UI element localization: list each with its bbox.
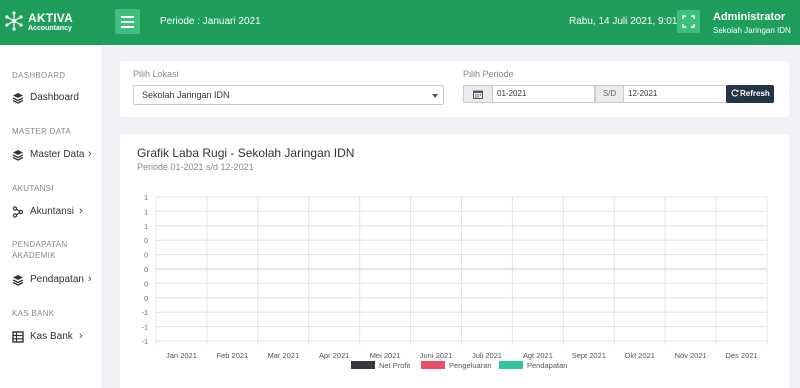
brand-name: AKTIVA xyxy=(28,11,73,25)
chevron-right-icon: › xyxy=(79,330,83,342)
chart-card: Grafik Laba Rugi - Sekolah Jaringan IDN … xyxy=(120,134,789,388)
sidebar-section-pendapatan-akademik: PENDAPATAN AKADEMIK xyxy=(12,240,68,260)
lokasi-select[interactable]: Sekolah Jaringan IDN xyxy=(133,85,444,105)
hamburger-icon xyxy=(121,16,134,18)
sidebar-item-akuntansi[interactable]: Akuntansi › xyxy=(12,204,96,220)
x-tick-label: Apr 2021 xyxy=(319,351,349,360)
y-tick-label: 1 xyxy=(144,224,148,231)
user-name[interactable]: Administrator xyxy=(713,11,785,23)
sidebar-item-label: Pendapatan xyxy=(30,274,84,285)
sidebar-item-master-data[interactable]: Master Data › xyxy=(12,147,96,163)
x-tick-label: Agt 2021 xyxy=(523,351,553,360)
legend-label: Net Profit xyxy=(379,361,411,370)
calendar-icon xyxy=(473,90,483,99)
legend-label: Pengeluaran xyxy=(449,361,492,370)
refresh-button[interactable]: Refresh xyxy=(726,85,774,103)
x-tick-label: Jan 2021 xyxy=(166,351,197,360)
legend-label: Pendapatan xyxy=(527,361,567,370)
sidebar-section-dashboard: DASHBOARD xyxy=(12,71,66,80)
y-tick-label: -1 xyxy=(142,310,148,317)
y-tick-label: -1 xyxy=(142,339,148,346)
x-tick-label: Mei 2021 xyxy=(370,351,401,360)
sidebar-item-label: Akuntansi xyxy=(30,206,74,217)
layers-icon xyxy=(12,150,24,161)
y-tick-label: 0 xyxy=(144,238,148,245)
hamburger-line xyxy=(121,21,134,23)
sidebar-item-label: Master Data xyxy=(30,149,85,160)
chevron-right-icon: › xyxy=(88,148,92,160)
logo-icon xyxy=(5,11,23,31)
period-end-input[interactable]: 12-2021 xyxy=(623,85,727,103)
sidebar-item-pendapatan[interactable]: Pendapatan › xyxy=(12,272,96,288)
x-tick-label: Juni 2021 xyxy=(420,351,453,360)
y-tick-label: 0 xyxy=(144,296,148,303)
refresh-label: Refresh xyxy=(740,89,770,98)
network-icon xyxy=(12,206,24,218)
y-tick-label: -1 xyxy=(142,325,148,332)
fullscreen-button[interactable] xyxy=(677,10,700,33)
x-tick-label: Sept 2021 xyxy=(572,351,606,360)
caret-down-icon xyxy=(432,94,438,98)
sidebar-section-akutansi: AKUTANSI xyxy=(12,184,54,193)
x-tick-label: Mar 2021 xyxy=(267,351,299,360)
hamburger-line xyxy=(121,26,134,28)
refresh-icon xyxy=(731,89,739,97)
sidebar-item-label: Dashboard xyxy=(30,92,79,103)
layers-icon xyxy=(12,275,24,286)
brand-subtitle: Accountancy xyxy=(28,25,72,32)
lokasi-label: Pilih Lokasi xyxy=(133,69,179,79)
menu-toggle-button[interactable] xyxy=(115,9,140,34)
x-tick-label: Des 2021 xyxy=(725,351,757,360)
sidebar-item-kas-bank[interactable]: Kas Bank › xyxy=(12,329,96,345)
laba-rugi-chart: 1 1 1 0 0 0 0 0 -1 -1 -1 Jan 2021 Feb 2021 Mar 2021 Ap… xyxy=(142,195,768,370)
current-datetime: Rabu, 14 Juli 2021, 9:01:44 xyxy=(569,16,692,27)
y-tick-label: 1 xyxy=(144,195,148,202)
fullscreen-icon xyxy=(682,15,695,28)
legend-swatch xyxy=(421,361,445,369)
filter-card: Pilih Lokasi Sekolah Jaringan IDN Pilih … xyxy=(120,61,789,117)
sidebar-item-dashboard[interactable]: Dashboard xyxy=(12,90,96,106)
legend-swatch xyxy=(351,361,375,369)
sidebar-section-master-data: MASTER DATA xyxy=(12,127,72,136)
sd-addon: S/D xyxy=(595,85,624,103)
y-tick-label: 1 xyxy=(144,209,148,216)
y-tick-label: 0 xyxy=(144,281,148,288)
y-tick-label: 0 xyxy=(144,253,148,260)
user-school: Sekolah Jaringan IDN xyxy=(713,26,791,35)
top-navbar: AKTIVA Accountancy Periode : Januari 202… xyxy=(0,0,800,45)
chevron-right-icon: › xyxy=(79,205,83,217)
period-start-input[interactable]: 01-2021 xyxy=(492,85,595,103)
y-tick-label: 0 xyxy=(144,267,148,274)
active-period: Periode : Januari 2021 xyxy=(160,16,261,27)
sidebar-section-kas-bank: KAS BANK xyxy=(12,309,55,318)
periode-label: Pilih Periode xyxy=(463,69,514,79)
x-tick-label: Okt 2021 xyxy=(624,351,654,360)
x-tick-label: Nov 2021 xyxy=(675,351,707,360)
calendar-addon xyxy=(463,85,493,103)
x-tick-label: Juli 2021 xyxy=(472,351,502,360)
app-logo[interactable]: AKTIVA Accountancy xyxy=(4,9,104,37)
lokasi-value: Sekolah Jaringan IDN xyxy=(142,90,230,100)
chevron-right-icon: › xyxy=(88,273,92,285)
legend-swatch xyxy=(499,361,523,369)
sidebar: DASHBOARD Dashboard MASTER DATA Master D… xyxy=(0,45,101,388)
layers-icon xyxy=(12,93,24,104)
sidebar-item-label: Kas Bank xyxy=(30,331,73,342)
table-icon xyxy=(12,331,24,343)
x-tick-label: Feb 2021 xyxy=(217,351,249,360)
